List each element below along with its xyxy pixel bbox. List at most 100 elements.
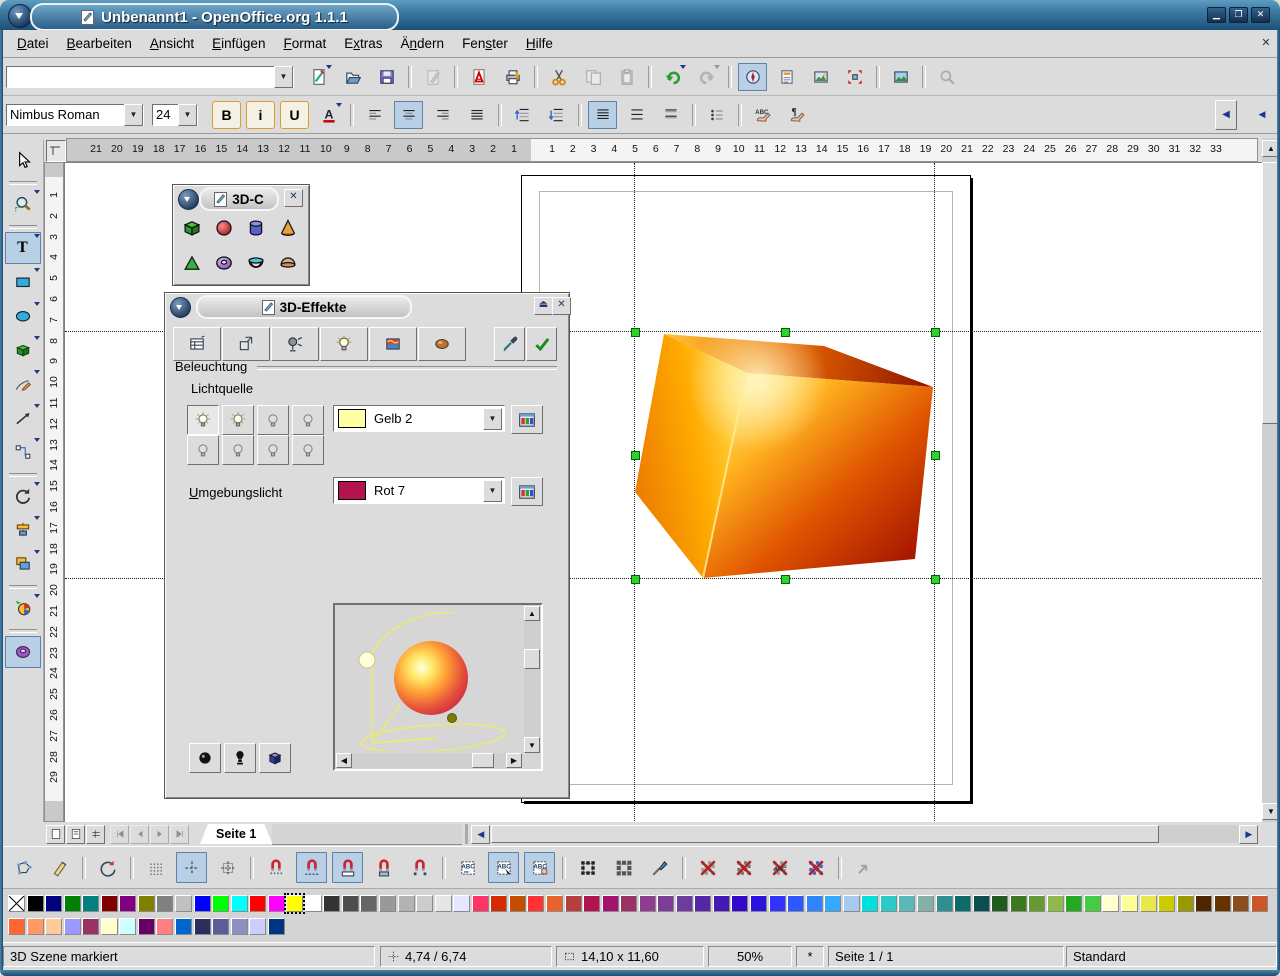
color-swatch-1-37[interactable] (694, 895, 711, 912)
color-swatch-1-26[interactable] (490, 895, 507, 912)
color-swatch-1-15[interactable] (286, 895, 303, 912)
dialog-close-icon[interactable]: ✕ (552, 297, 571, 315)
color-swatch-1-63[interactable] (1177, 895, 1194, 912)
guides-when-moving-button[interactable] (212, 852, 243, 883)
color-swatch-1-60[interactable] (1121, 895, 1138, 912)
simple-handles-button[interactable] (572, 852, 603, 883)
color-swatch-1-53[interactable] (991, 895, 1008, 912)
3d-pyramid-button[interactable] (176, 246, 208, 280)
cut-button[interactable] (544, 63, 573, 91)
3d-controller-button[interactable] (5, 636, 41, 668)
preview-hscroll[interactable] (352, 753, 506, 768)
color-swatch-2-9[interactable] (175, 918, 192, 935)
minimize-button[interactable]: ▁ (1207, 7, 1226, 23)
modify-position-button[interactable] (692, 852, 723, 883)
color-swatch-1-25[interactable] (472, 895, 489, 912)
color-swatch-1-9[interactable] (175, 895, 192, 912)
color-swatch-1-6[interactable] (119, 895, 136, 912)
color-swatch-2-10[interactable] (194, 918, 211, 935)
favorites-button[interactable] (173, 327, 221, 361)
light-source-6-button[interactable] (222, 435, 254, 465)
preview-scroll-left-icon[interactable]: ◀ (336, 753, 352, 768)
line-spacing-2-button[interactable] (656, 101, 685, 129)
menu-einfgen[interactable]: Einfügen (203, 30, 274, 58)
illumination-button[interactable] (320, 327, 368, 361)
color-swatch-1-61[interactable] (1140, 895, 1157, 912)
color-swatch-1-44[interactable] (824, 895, 841, 912)
selection-handle[interactable] (931, 328, 940, 337)
color-swatch-1-45[interactable] (843, 895, 860, 912)
color-swatch-1-34[interactable] (639, 895, 656, 912)
ambient-color-dropdown-icon[interactable]: ▼ (483, 480, 502, 502)
snap-to-page-margins-button[interactable] (332, 852, 363, 883)
toolbar-scroll-left-button[interactable]: ◀ (1215, 100, 1237, 130)
color-swatch-1-5[interactable] (101, 895, 118, 912)
color-swatch-1-50[interactable] (936, 895, 953, 912)
bullets-numbering-button[interactable] (702, 101, 731, 129)
alignment-button[interactable] (5, 514, 41, 546)
light-source-2-button[interactable] (222, 405, 254, 435)
align-center-button[interactable] (394, 101, 423, 129)
connector-tool-button[interactable] (5, 436, 41, 468)
preview-cube-button[interactable] (259, 743, 291, 773)
selection-handle[interactable] (931, 451, 940, 460)
ruler-origin-box[interactable] (46, 140, 66, 162)
color-swatch-1-58[interactable] (1084, 895, 1101, 912)
select-button[interactable] (5, 144, 41, 176)
color-swatch-1-35[interactable] (657, 895, 674, 912)
view-layer-icon[interactable] (86, 825, 105, 844)
dropdown-arrow-icon[interactable] (326, 65, 332, 69)
3d-objects-tool-button[interactable] (5, 334, 41, 366)
arrange-button[interactable] (5, 548, 41, 580)
open-document-button[interactable] (338, 63, 367, 91)
status-zoom[interactable]: 50% (708, 946, 792, 967)
color-swatch-1-54[interactable] (1010, 895, 1027, 912)
stylist-button[interactable] (772, 63, 801, 91)
justify-button[interactable] (462, 101, 491, 129)
ellipse-tool-button[interactable] (5, 300, 41, 332)
align-right-button[interactable] (428, 101, 457, 129)
snap-to-object-points-button[interactable] (404, 852, 435, 883)
color-swatch-2-0[interactable] (8, 918, 25, 935)
apply-button[interactable] (526, 327, 557, 361)
color-swatch-2-14[interactable] (268, 918, 285, 935)
ambient-color-dialog-button[interactable] (511, 477, 543, 506)
color-swatch-1-21[interactable] (398, 895, 415, 912)
selection-handle[interactable] (781, 575, 790, 584)
color-swatch-2-12[interactable] (231, 918, 248, 935)
color-swatch-1-65[interactable] (1214, 895, 1231, 912)
undo-button[interactable] (658, 63, 687, 91)
3d-shell-button[interactable] (240, 246, 272, 280)
export-pdf-button[interactable] (464, 63, 493, 91)
underline-button[interactable]: U (280, 101, 309, 129)
preview-scroll-right-icon[interactable]: ▶ (506, 753, 522, 768)
font-color-button[interactable]: A (314, 101, 343, 129)
rectangle-tool-button[interactable] (5, 266, 41, 298)
menu-hilfe[interactable]: Hilfe (517, 30, 562, 58)
double-click-edit-text-button[interactable]: ABC (524, 852, 555, 883)
color-swatch-2-2[interactable] (45, 918, 62, 935)
color-swatch-1-13[interactable] (249, 895, 266, 912)
gallery-button[interactable] (806, 63, 835, 91)
dropdown-arrow-icon[interactable] (680, 65, 686, 69)
color-swatch-1-59[interactable] (1102, 895, 1119, 912)
navigator-button[interactable] (738, 63, 767, 91)
preview-lamp-button[interactable] (224, 743, 256, 773)
color-swatch-1-27[interactable] (509, 895, 526, 912)
preview-scroll-up-icon[interactable]: ▲ (524, 606, 540, 621)
status-page[interactable]: Seite 1 / 1 (828, 946, 1064, 967)
light-source-5-button[interactable] (187, 435, 219, 465)
first-page-icon[interactable] (110, 825, 129, 844)
light-color-dialog-button[interactable] (511, 405, 543, 434)
color-swatch-1-10[interactable] (194, 895, 211, 912)
illumination-preview[interactable]: ▲ ▼ ◀ ▶ (333, 603, 543, 771)
glue-points-button[interactable] (44, 852, 75, 883)
color-swatch-1-33[interactable] (620, 895, 637, 912)
light-source-1-button[interactable] (187, 405, 219, 435)
font-size-input[interactable] (153, 106, 178, 124)
color-swatch-1-51[interactable] (954, 895, 971, 912)
modify-size-button[interactable] (728, 852, 759, 883)
color-swatch-2-1[interactable] (27, 918, 44, 935)
color-swatch-1-40[interactable] (750, 895, 767, 912)
3d-cube-object[interactable] (631, 327, 941, 583)
